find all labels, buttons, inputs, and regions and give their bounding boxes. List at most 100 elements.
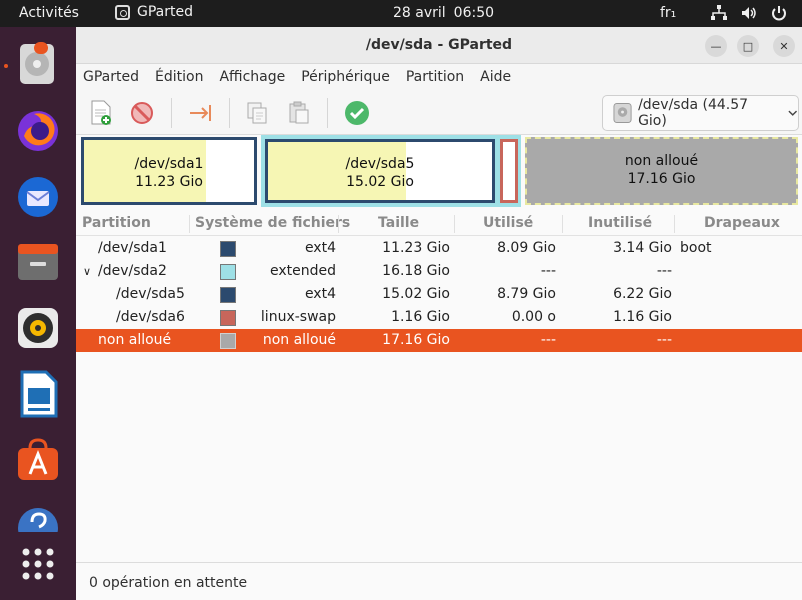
cell-unused: 6.22 Gio (613, 286, 672, 302)
cell-unused: --- (656, 263, 672, 279)
chevron-down-icon (787, 110, 797, 116)
table-header: Partition Système de fichiers Taille Uti… (76, 211, 802, 236)
diskmap-unallocated[interactable]: non alloué 17.16 Gio (525, 137, 798, 205)
cell-flags: boot (680, 240, 712, 256)
col-partition[interactable]: Partition (82, 215, 151, 231)
help-dock-icon[interactable] (14, 502, 62, 532)
firefox-dock-icon[interactable] (14, 106, 62, 154)
disk-map: /dev/sda1 11.23 Gio /dev/sda5 15.02 Gio … (76, 135, 802, 209)
table-row[interactable]: ∨ /dev/sda2 extended 16.18 Gio --- --- (76, 260, 802, 283)
system-tray[interactable] (710, 4, 788, 22)
diskmap-sda5[interactable]: /dev/sda5 15.02 Gio (265, 139, 495, 203)
copy-icon (247, 102, 267, 124)
cell-partition: non alloué (98, 332, 172, 348)
rhythmbox-dock-icon[interactable] (14, 304, 62, 352)
new-partition-icon (91, 100, 111, 125)
col-filesystem[interactable]: Système de fichiers (195, 215, 350, 231)
fs-color-swatch (220, 310, 236, 326)
title-bar[interactable]: /dev/sda - GParted — □ ✕ (76, 27, 802, 64)
keyboard-layout-indicator[interactable]: fr₁ (660, 5, 676, 21)
paste-button[interactable] (284, 99, 314, 127)
menu-affichage[interactable]: Affichage (219, 69, 285, 85)
dock (0, 27, 76, 600)
menu-gparted[interactable]: GParted (83, 69, 139, 85)
show-applications-icon[interactable] (14, 540, 62, 588)
diskmap-sda6[interactable] (500, 139, 518, 203)
cell-partition: /dev/sda1 (98, 240, 167, 256)
table-row[interactable]: /dev/sda5 ext4 15.02 Gio 8.79 Gio 6.22 G… (76, 283, 802, 306)
libreoffice-writer-dock-icon[interactable] (14, 370, 62, 418)
cell-partition: /dev/sda2 (98, 263, 167, 279)
toolbar-separator (171, 98, 172, 128)
running-indicator (4, 64, 8, 68)
close-button[interactable]: ✕ (773, 35, 795, 57)
col-size[interactable]: Taille (378, 215, 419, 231)
delete-icon (131, 102, 153, 124)
cell-unused: 3.14 Gio (613, 240, 672, 256)
volume-icon (742, 7, 756, 19)
resize-move-button[interactable] (186, 99, 216, 127)
minimize-icon: — (710, 39, 722, 53)
cell-used: 0.00 o (511, 309, 556, 325)
gparted-dock-icon[interactable] (14, 40, 62, 88)
diskmap-sda1[interactable]: /dev/sda1 11.23 Gio (81, 137, 257, 205)
col-unused[interactable]: Inutilisé (588, 215, 652, 231)
table-row[interactable]: /dev/sda1 ext4 11.23 Gio 8.09 Gio 3.14 G… (76, 237, 802, 260)
app-name: GParted (137, 4, 193, 20)
diskmap-unalloc-name: non alloué (624, 153, 699, 169)
cell-used: 8.79 Gio (497, 286, 556, 302)
fs-color-swatch (220, 333, 236, 349)
maximize-button[interactable]: □ (737, 35, 759, 57)
menu-partition[interactable]: Partition (406, 69, 464, 85)
col-flags[interactable]: Drapeaux (704, 215, 780, 231)
partition-table: Partition Système de fichiers Taille Uti… (76, 211, 802, 562)
cell-size: 16.18 Gio (382, 263, 450, 279)
disk-icon (613, 102, 632, 124)
cell-size: 15.02 Gio (382, 286, 450, 302)
menu-edition[interactable]: Édition (155, 69, 203, 85)
cell-filesystem: ext4 (304, 240, 336, 256)
menu-peripherique[interactable]: Périphérique (301, 69, 390, 85)
copy-button[interactable] (242, 99, 272, 127)
apply-icon (345, 101, 369, 125)
col-used[interactable]: Utilisé (483, 215, 533, 231)
diskmap-sda1-name: /dev/sda1 (134, 156, 204, 172)
delete-partition-button[interactable] (127, 99, 157, 127)
device-selector[interactable]: /dev/sda (44.57 Gio) (602, 95, 799, 131)
diskmap-sda5-name: /dev/sda5 (345, 156, 415, 172)
diskmap-unalloc-size: 17.16 Gio (627, 171, 696, 187)
menu-aide[interactable]: Aide (480, 69, 511, 85)
cell-filesystem: ext4 (304, 286, 336, 302)
fs-color-swatch (220, 264, 236, 280)
maximize-icon: □ (742, 39, 754, 53)
activities-button[interactable]: Activités (19, 5, 79, 21)
menu-bar: GParted Édition Affichage Périphérique P… (76, 64, 802, 90)
table-row[interactable]: /dev/sda6 linux-swap 1.16 Gio 0.00 o 1.1… (76, 306, 802, 329)
files-dock-icon[interactable] (14, 238, 62, 286)
cell-partition: /dev/sda5 (116, 286, 185, 302)
thunderbird-dock-icon[interactable] (14, 172, 62, 220)
apply-button[interactable] (342, 99, 372, 127)
cell-filesystem: extended (269, 263, 336, 279)
software-center-dock-icon[interactable] (14, 436, 62, 484)
cell-partition: /dev/sda6 (116, 309, 185, 325)
table-row-selected[interactable]: non alloué non alloué 17.16 Gio --- --- (76, 329, 802, 352)
diskmap-sda2-extended[interactable]: /dev/sda5 15.02 Gio (261, 135, 521, 207)
expander-chevron-icon[interactable]: ∨ (83, 265, 91, 278)
toolbar: /dev/sda (44.57 Gio) (76, 90, 802, 135)
fs-color-swatch (220, 241, 236, 257)
cell-used: --- (540, 263, 556, 279)
clock[interactable]: 28 avril 06:50 (393, 5, 494, 21)
status-bar: 0 opération en attente (76, 562, 802, 600)
fs-color-swatch (220, 287, 236, 303)
cell-size: 1.16 Gio (391, 309, 450, 325)
app-menu[interactable]: GParted (115, 4, 193, 20)
gparted-app-icon (115, 4, 130, 20)
cell-unused: --- (656, 332, 672, 348)
cell-filesystem: non alloué (262, 332, 336, 348)
resize-move-icon (190, 105, 211, 121)
network-icon (711, 5, 727, 20)
minimize-button[interactable]: — (705, 35, 727, 57)
cell-size: 11.23 Gio (382, 240, 450, 256)
new-partition-button[interactable] (86, 99, 116, 127)
